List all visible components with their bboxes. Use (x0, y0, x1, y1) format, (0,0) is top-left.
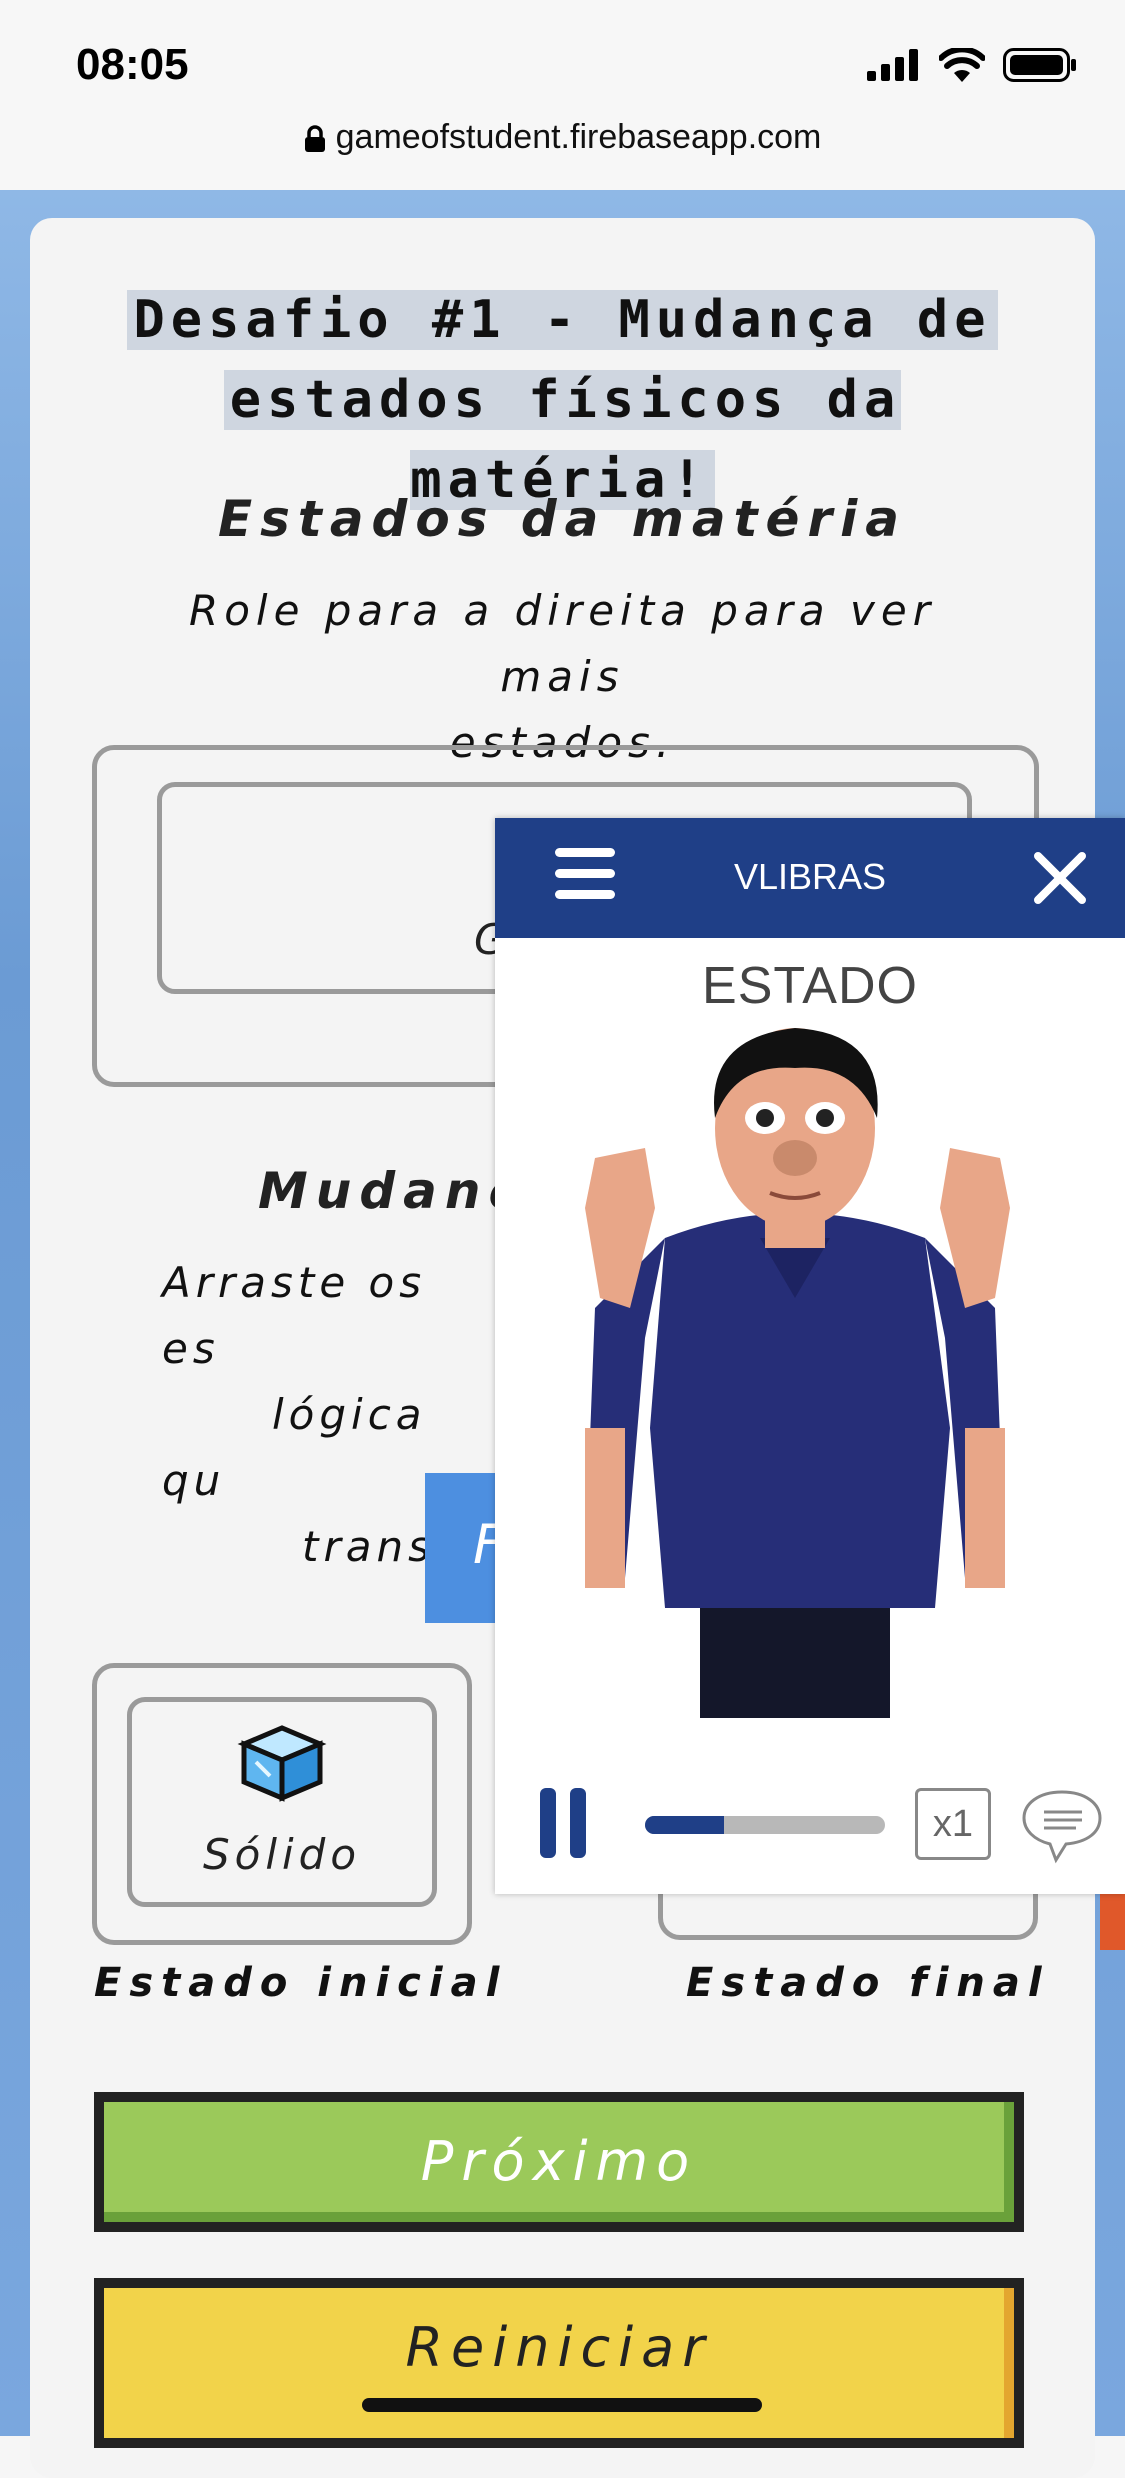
reset-button[interactable]: Reiniciar (94, 2278, 1024, 2448)
transform-button[interactable]: F (425, 1473, 505, 1623)
drag-hint-line-2: lógica qu (162, 1390, 427, 1505)
initial-state-label: Estado inicial (94, 1960, 508, 2006)
url-text: gameofstudent.firebaseapp.com (335, 118, 822, 156)
vlibras-header: VLIBRAS (495, 818, 1125, 938)
title-line-1: Desafio #1 - Mudança de (127, 290, 998, 350)
next-button[interactable]: Próximo (94, 2092, 1024, 2232)
solid-state-item[interactable]: Sólido (127, 1697, 437, 1907)
battery-icon (1003, 48, 1076, 82)
vlibras-widget: VLIBRAS ESTADO x1 (495, 818, 1125, 1894)
close-icon[interactable] (1030, 848, 1090, 908)
avatar (585, 1028, 1010, 1718)
system-icons (867, 48, 1077, 82)
challenge-title: Desafio #1 - Mudança de estados físicos … (60, 280, 1065, 520)
states-heading: Estados da matéria (218, 490, 907, 548)
playback-progress[interactable] (645, 1816, 885, 1834)
status-bar: 08:05 gameofstudent.firebaseapp.com (0, 0, 1125, 191)
states-hint-line-1: Role para a direita para ver mais (189, 586, 936, 701)
final-state-label: Estado final (686, 1960, 1050, 2006)
lock-icon (304, 125, 325, 153)
offscreen-element-fragment (1100, 1890, 1125, 1950)
url-bar[interactable]: gameofstudent.firebaseapp.com (0, 118, 1125, 157)
ice-cube-icon (237, 1725, 327, 1802)
drag-hint-line-1: Arraste os es (162, 1258, 427, 1373)
vlibras-controls: x1 (495, 1768, 1125, 1878)
title-line-2: estados físicos da matéria! (223, 370, 902, 510)
pause-icon[interactable] (540, 1788, 588, 1858)
home-indicator (362, 2398, 762, 2412)
status-time: 08:05 (76, 40, 189, 89)
solid-state-label: Sólido (202, 1830, 362, 1879)
vlibras-current-word: ESTADO (702, 957, 918, 1015)
speed-button[interactable]: x1 (915, 1788, 991, 1860)
wifi-icon (939, 48, 985, 82)
chat-bubble-icon[interactable] (1020, 1786, 1104, 1864)
playback-progress-fill (645, 1816, 725, 1834)
signal-icon (867, 49, 918, 81)
